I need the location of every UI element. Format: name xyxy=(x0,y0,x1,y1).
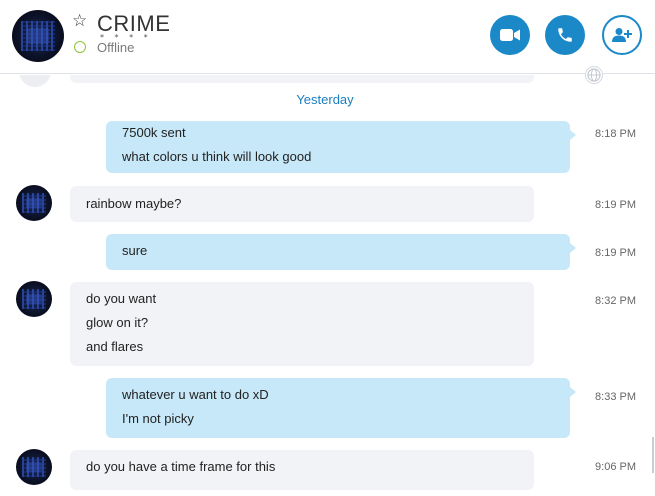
incoming-message[interactable]: do you have a time frame for this xyxy=(70,450,534,490)
add-contact-icon xyxy=(612,28,632,42)
message-text: do you want xyxy=(86,291,157,306)
message-timestamp: 8:19 PM xyxy=(595,199,636,211)
message-timestamp: 9:06 PM xyxy=(595,461,636,473)
message-timestamp: 8:18 PM xyxy=(595,128,636,140)
scrollbar-thumb[interactable] xyxy=(652,437,654,473)
message-text: sure xyxy=(122,243,148,258)
contact-avatar[interactable] xyxy=(16,449,52,485)
message-text: rainbow maybe? xyxy=(86,196,182,211)
video-camera-icon xyxy=(500,29,520,41)
audio-call-button[interactable] xyxy=(545,15,585,55)
contact-avatar[interactable] xyxy=(16,185,52,221)
outgoing-message[interactable]: whatever u want to do xD I'm not picky xyxy=(106,378,576,438)
contact-status: Offline xyxy=(97,40,135,55)
message-text: glow on it? xyxy=(86,315,149,330)
favorite-star-icon[interactable]: ☆ xyxy=(72,13,87,30)
message-timestamp: 8:19 PM xyxy=(595,247,636,259)
outgoing-message[interactable]: sure xyxy=(106,234,576,270)
outgoing-message[interactable]: 7500k sent what colors u think will look… xyxy=(106,121,576,173)
video-call-button[interactable] xyxy=(490,15,530,55)
message-text: do you have a time frame for this xyxy=(86,459,276,474)
add-people-button[interactable] xyxy=(602,15,642,55)
contact-avatar[interactable] xyxy=(16,281,52,317)
message-text: what colors u think will look good xyxy=(122,149,312,164)
date-separator: Yesterday xyxy=(296,92,354,107)
message-list[interactable]: Yesterday 7500k sent what colors u think… xyxy=(0,75,655,496)
message-bubble xyxy=(70,75,534,83)
message-text: whatever u want to do xD xyxy=(122,387,269,402)
message-text: 7500k sent xyxy=(122,125,186,140)
avatar xyxy=(19,75,51,87)
message-timestamp: 8:32 PM xyxy=(595,295,636,307)
offline-status-icon xyxy=(74,41,86,53)
incoming-message[interactable]: rainbow maybe? xyxy=(70,186,534,222)
incoming-message[interactable]: do you want glow on it? and flares xyxy=(70,282,534,366)
message-text: and flares xyxy=(86,339,144,354)
contact-avatar[interactable] xyxy=(12,10,64,62)
message-text: I'm not picky xyxy=(122,411,194,426)
phone-icon xyxy=(558,28,572,42)
chat-header: ☆ CRIME * * * * Offline xyxy=(0,0,655,74)
message-timestamp: 8:33 PM xyxy=(595,391,636,403)
